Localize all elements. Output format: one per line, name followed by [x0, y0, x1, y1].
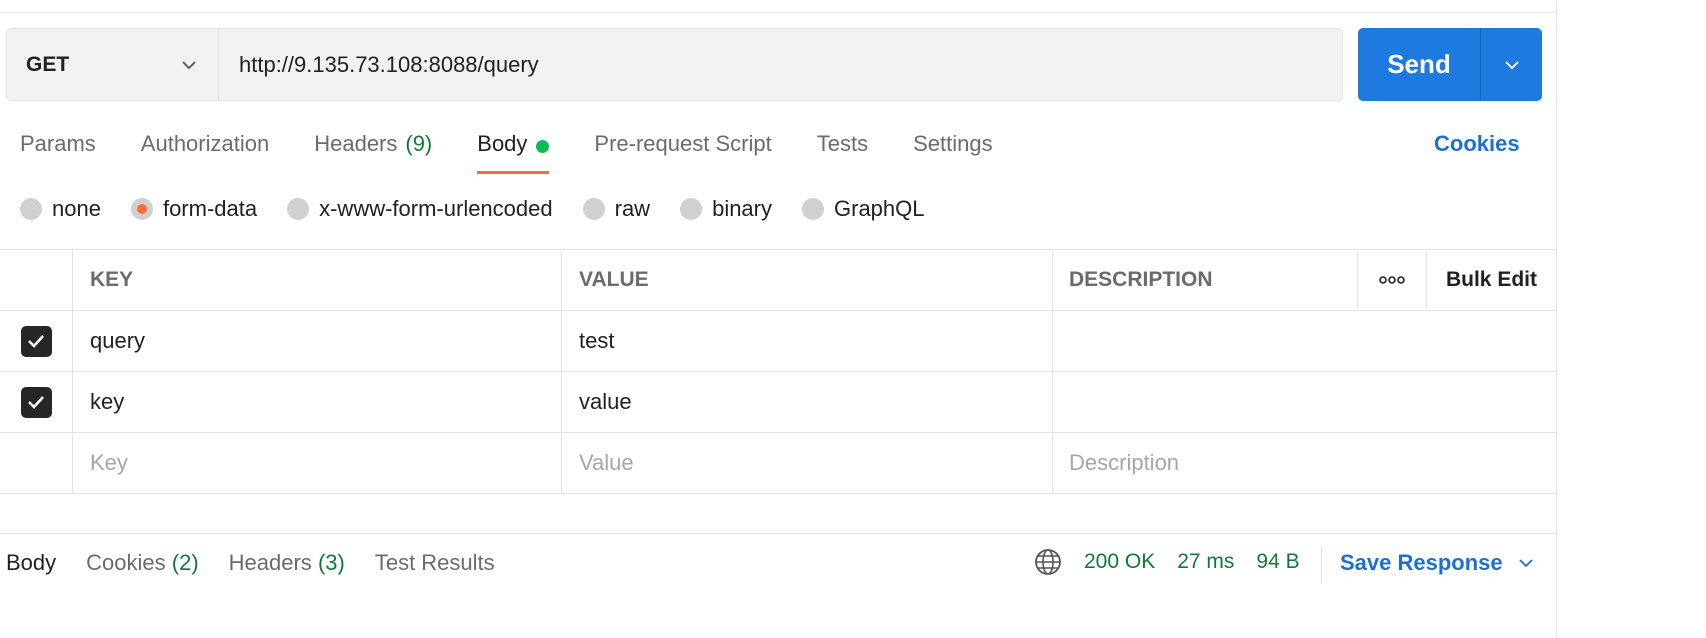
cookies-link[interactable]: Cookies — [1434, 131, 1520, 157]
tab-pre-request-script[interactable]: Pre-request Script — [594, 128, 771, 174]
body-type-raw[interactable]: raw — [582, 196, 651, 222]
form-data-table: KEY VALUE DESCRIPTION Bulk Edit query te… — [0, 249, 1556, 494]
table-header-row: KEY VALUE DESCRIPTION Bulk Edit — [0, 250, 1556, 311]
radio-icon — [20, 198, 42, 220]
vertical-divider — [1321, 546, 1322, 584]
radio-label: GraphQL — [834, 196, 925, 221]
tab-label: Tests — [816, 131, 869, 156]
row-check-cell — [0, 372, 73, 432]
response-tabs: Body Cookies (2) Headers (3) Test Result… — [6, 550, 525, 576]
response-size[interactable]: 94 B — [1256, 550, 1299, 574]
tab-label: Cookies — [86, 550, 166, 575]
save-response-label: Save Response — [1340, 550, 1503, 575]
table-row: query test — [0, 311, 1556, 372]
header-description: DESCRIPTION — [1053, 250, 1358, 310]
request-tabs: Params Authorization Headers (9) Body Pre… — [20, 128, 1038, 174]
key-input[interactable]: Key — [73, 433, 562, 493]
check-icon — [28, 396, 44, 409]
response-time[interactable]: 27 ms — [1177, 550, 1234, 574]
modified-dot-icon — [536, 140, 550, 153]
header-key: KEY — [73, 250, 562, 310]
right-divider — [1556, 0, 1557, 638]
status-code[interactable]: 200 OK — [1084, 550, 1155, 574]
key-cell[interactable]: query — [73, 311, 562, 371]
response-meta: 200 OK 27 ms 94 B — [1034, 548, 1322, 576]
tab-label: Headers — [314, 131, 398, 156]
radio-label: x-www-form-urlencoded — [319, 196, 553, 221]
tab-label: Params — [20, 131, 96, 156]
chevron-down-icon — [182, 61, 196, 70]
send-options-button[interactable] — [1481, 28, 1542, 101]
radio-label: raw — [614, 196, 651, 221]
chevron-down-icon — [1504, 60, 1519, 69]
header-check-cell — [0, 250, 73, 310]
table-row-new: Key Value Description — [0, 433, 1556, 494]
tab-params[interactable]: Params — [20, 128, 96, 174]
header-value: VALUE — [562, 250, 1053, 310]
radio-label: form-data — [162, 196, 258, 221]
url-input[interactable]: http://9.135.73.108:8088/query — [219, 29, 1342, 100]
description-input[interactable]: Description — [1053, 433, 1556, 493]
check-icon — [28, 335, 44, 348]
globe-icon[interactable] — [1034, 548, 1062, 576]
tab-tests[interactable]: Tests — [817, 128, 868, 174]
request-url-bar: GET http://9.135.73.108:8088/query — [6, 28, 1343, 101]
bulk-edit-button[interactable]: Bulk Edit — [1427, 250, 1556, 310]
radio-icon — [680, 198, 703, 220]
radio-icon — [582, 198, 605, 220]
tab-label: Headers — [228, 550, 312, 575]
method-select[interactable]: GET — [7, 29, 219, 100]
response-tab-cookies[interactable]: Cookies (2) — [86, 550, 199, 576]
tab-authorization[interactable]: Authorization — [141, 128, 269, 174]
tab-label: Test Results — [374, 550, 495, 575]
radio-label: binary — [712, 196, 772, 221]
body-type-form-data[interactable]: form-data — [130, 196, 258, 222]
body-type-binary[interactable]: binary — [680, 196, 772, 222]
description-cell[interactable] — [1053, 372, 1556, 432]
body-type-x-www-form-urlencoded[interactable]: x-www-form-urlencoded — [287, 196, 553, 222]
body-type-graphql[interactable]: GraphQL — [802, 196, 925, 222]
radio-icon — [802, 198, 824, 220]
radio-icon — [287, 198, 310, 220]
tab-label: Pre-request Script — [594, 131, 772, 156]
tab-count: (3) — [317, 550, 345, 575]
send-button-group: Send — [1358, 28, 1542, 101]
radio-label: none — [52, 196, 101, 221]
chevron-down-icon — [1519, 559, 1533, 568]
table-row: key value — [0, 372, 1556, 433]
more-options-icon — [1379, 276, 1405, 284]
row-checkbox[interactable] — [20, 325, 52, 357]
response-tab-body[interactable]: Body — [6, 550, 56, 576]
tab-settings[interactable]: Settings — [913, 128, 993, 174]
tab-count: (2) — [171, 550, 199, 575]
save-response-button[interactable]: Save Response — [1340, 550, 1535, 576]
more-options-button[interactable] — [1358, 250, 1427, 310]
response-bar: Body Cookies (2) Headers (3) Test Result… — [0, 533, 1556, 638]
radio-selected-icon — [130, 198, 153, 220]
tab-label: Body — [477, 131, 528, 156]
top-divider — [0, 12, 1556, 13]
row-check-cell — [0, 433, 73, 493]
value-input[interactable]: Value — [562, 433, 1053, 493]
response-tab-test-results[interactable]: Test Results — [375, 550, 495, 576]
send-button[interactable]: Send — [1358, 28, 1481, 101]
value-cell[interactable]: test — [562, 311, 1053, 371]
tab-label: Authorization — [140, 131, 270, 156]
body-type-none[interactable]: none — [20, 196, 101, 222]
method-label: GET — [26, 52, 70, 76]
row-check-cell — [0, 311, 73, 371]
key-cell[interactable]: key — [73, 372, 562, 432]
response-tab-headers[interactable]: Headers (3) — [229, 550, 345, 576]
tab-label: Body — [6, 550, 57, 575]
tab-label: Settings — [913, 131, 993, 156]
description-cell[interactable] — [1053, 311, 1556, 371]
body-type-options: none form-data x-www-form-urlencoded raw… — [20, 196, 955, 222]
tab-body[interactable]: Body — [477, 128, 550, 174]
value-cell[interactable]: value — [562, 372, 1053, 432]
row-checkbox[interactable] — [20, 386, 52, 418]
tab-headers[interactable]: Headers (9) — [314, 128, 432, 174]
tab-count: (9) — [405, 131, 433, 156]
